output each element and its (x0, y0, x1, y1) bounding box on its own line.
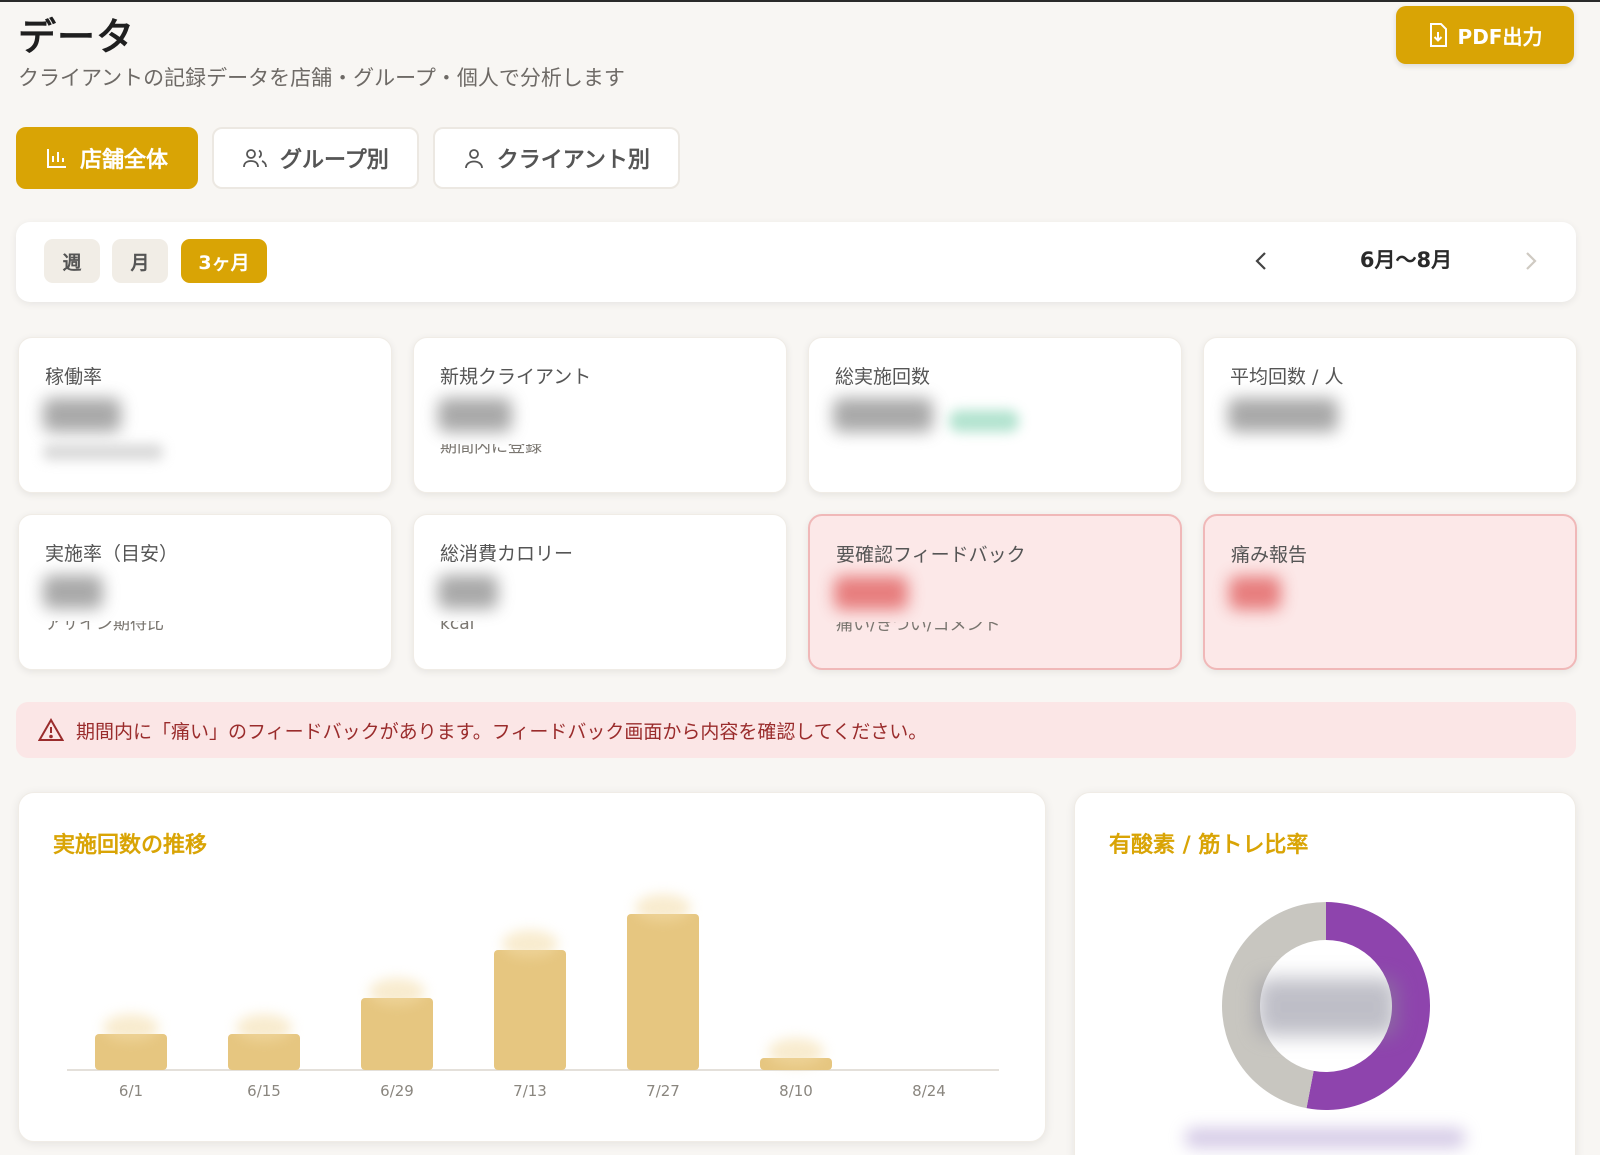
users-icon (243, 149, 267, 168)
period-3month-button[interactable]: 3ヶ月 (181, 239, 267, 283)
kpi-card-feedback-review[interactable]: 要確認フィードバック 痛い/きつい/コメント (808, 514, 1182, 670)
x-tick-label: 6/15 (247, 1082, 281, 1100)
kpi-label: 新規クライアント (440, 366, 592, 388)
warning-triangle-icon (38, 718, 64, 741)
kpi-label: 要確認フィードバック (836, 544, 1026, 566)
kpi-card-avg-per-person: 平均回数 / 人 (1203, 337, 1577, 493)
bar-chart-icon (47, 149, 66, 168)
page-subtitle: クライアントの記録データを店舗・グループ・個人で分析します (18, 66, 625, 90)
kpi-label: 平均回数 / 人 (1230, 366, 1344, 388)
kpi-value-redacted (1228, 398, 1338, 432)
pdf-export-label: PDF出力 (1457, 24, 1543, 49)
ratio-center-value-redacted (1257, 978, 1397, 1036)
tab-by-client[interactable]: クライアント別 (432, 127, 680, 189)
x-tick-label: 7/13 (513, 1082, 547, 1100)
next-period-button[interactable] (1516, 246, 1546, 276)
user-icon (464, 149, 483, 169)
bar-value-label-redacted (635, 894, 691, 922)
tab-store-overall[interactable]: 店舗全体 (16, 127, 199, 189)
x-tick-label: 7/27 (646, 1082, 680, 1100)
kpi-sub: アサイン期待比 (45, 621, 164, 634)
kpi-value-redacted (1229, 576, 1281, 610)
trend-bar (361, 998, 433, 1070)
kpi-value-redacted (833, 398, 933, 432)
tab-by-group[interactable]: グループ別 (212, 127, 419, 189)
tab-label: 店舗全体 (80, 148, 169, 173)
kpi-sub: 期間内に登録 (440, 444, 542, 457)
pdf-export-button[interactable]: PDF出力 (1396, 6, 1574, 64)
x-tick-label: 6/1 (119, 1082, 143, 1100)
prev-period-button[interactable] (1246, 246, 1276, 276)
period-range-label: 6月〜8月 (1359, 248, 1453, 272)
trend-bar (627, 914, 699, 1070)
kpi-sub-redacted (43, 444, 163, 460)
tab-label: グループ別 (280, 148, 389, 173)
kpi-card-completion-rate: 実施率（目安） アサイン期待比 (18, 514, 392, 670)
kpi-card-utilization: 稼働率 (18, 337, 392, 493)
kpi-card-total-sessions: 総実施回数 (808, 337, 1182, 493)
scope-tabs: 店舗全体 グループ別 クライアント別 (16, 127, 680, 189)
kpi-sub: kcal (440, 621, 475, 634)
kpi-value-redacted (438, 575, 498, 609)
x-tick-label: 6/29 (380, 1082, 414, 1100)
period-selector: 週 月 3ヶ月 6月〜8月 (16, 222, 1576, 302)
kpi-value-redacted (834, 576, 908, 610)
chevron-left-icon (1255, 252, 1266, 270)
period-month-button[interactable]: 月 (112, 239, 168, 283)
kpi-label: 総消費カロリー (440, 543, 574, 565)
x-tick-label: 8/10 (779, 1082, 813, 1100)
warning-text: 期間内に「痛い」のフィードバックがあります。フィードバック画面から内容を確認して… (76, 720, 928, 743)
ratio-donut-chart (1222, 902, 1430, 1110)
kpi-card-total-calories: 総消費カロリー kcal (413, 514, 787, 670)
kpi-value-redacted (43, 398, 121, 432)
bar-value-label-redacted (502, 930, 558, 958)
kpi-label: 稼働率 (45, 366, 103, 388)
kpi-change-badge-redacted (949, 410, 1019, 432)
kpi-label: 実施率（目安） (45, 543, 179, 565)
x-tick-label: 8/24 (912, 1082, 946, 1100)
page-title: データ (18, 15, 136, 59)
kpi-card-pain-reports[interactable]: 痛み報告 (1203, 514, 1577, 670)
bar-value-label-redacted (369, 978, 425, 1006)
tab-label: クライアント別 (496, 148, 650, 173)
bar-value-label-redacted (236, 1014, 292, 1042)
bar-value-label-redacted (768, 1038, 824, 1066)
kpi-sub: 痛い/きつい/コメント (836, 622, 1001, 635)
kpi-label: 痛み報告 (1231, 544, 1308, 566)
pain-feedback-warning: 期間内に「痛い」のフィードバックがあります。フィードバック画面から内容を確認して… (16, 702, 1576, 758)
file-download-icon (1429, 23, 1447, 47)
bar-value-label-redacted (103, 1014, 159, 1042)
chevron-right-icon (1526, 252, 1537, 270)
kpi-value-redacted (43, 575, 103, 609)
kpi-label: 総実施回数 (835, 366, 931, 388)
cardio-strength-ratio-panel: 有酸素 / 筋トレ比率 (1074, 792, 1576, 1155)
session-trend-panel: 実施回数の推移 6/1 6/15 6/29 7/13 7/27 8/10 8/24 (18, 792, 1046, 1142)
kpi-value-redacted (438, 398, 512, 432)
ratio-legend-redacted (1185, 1128, 1465, 1148)
period-week-button[interactable]: 週 (44, 239, 100, 283)
trend-bar (494, 950, 566, 1070)
session-trend-chart: 6/1 6/15 6/29 7/13 7/27 8/10 8/24 (67, 894, 999, 1100)
kpi-card-new-clients: 新規クライアント 期間内に登録 (413, 337, 787, 493)
